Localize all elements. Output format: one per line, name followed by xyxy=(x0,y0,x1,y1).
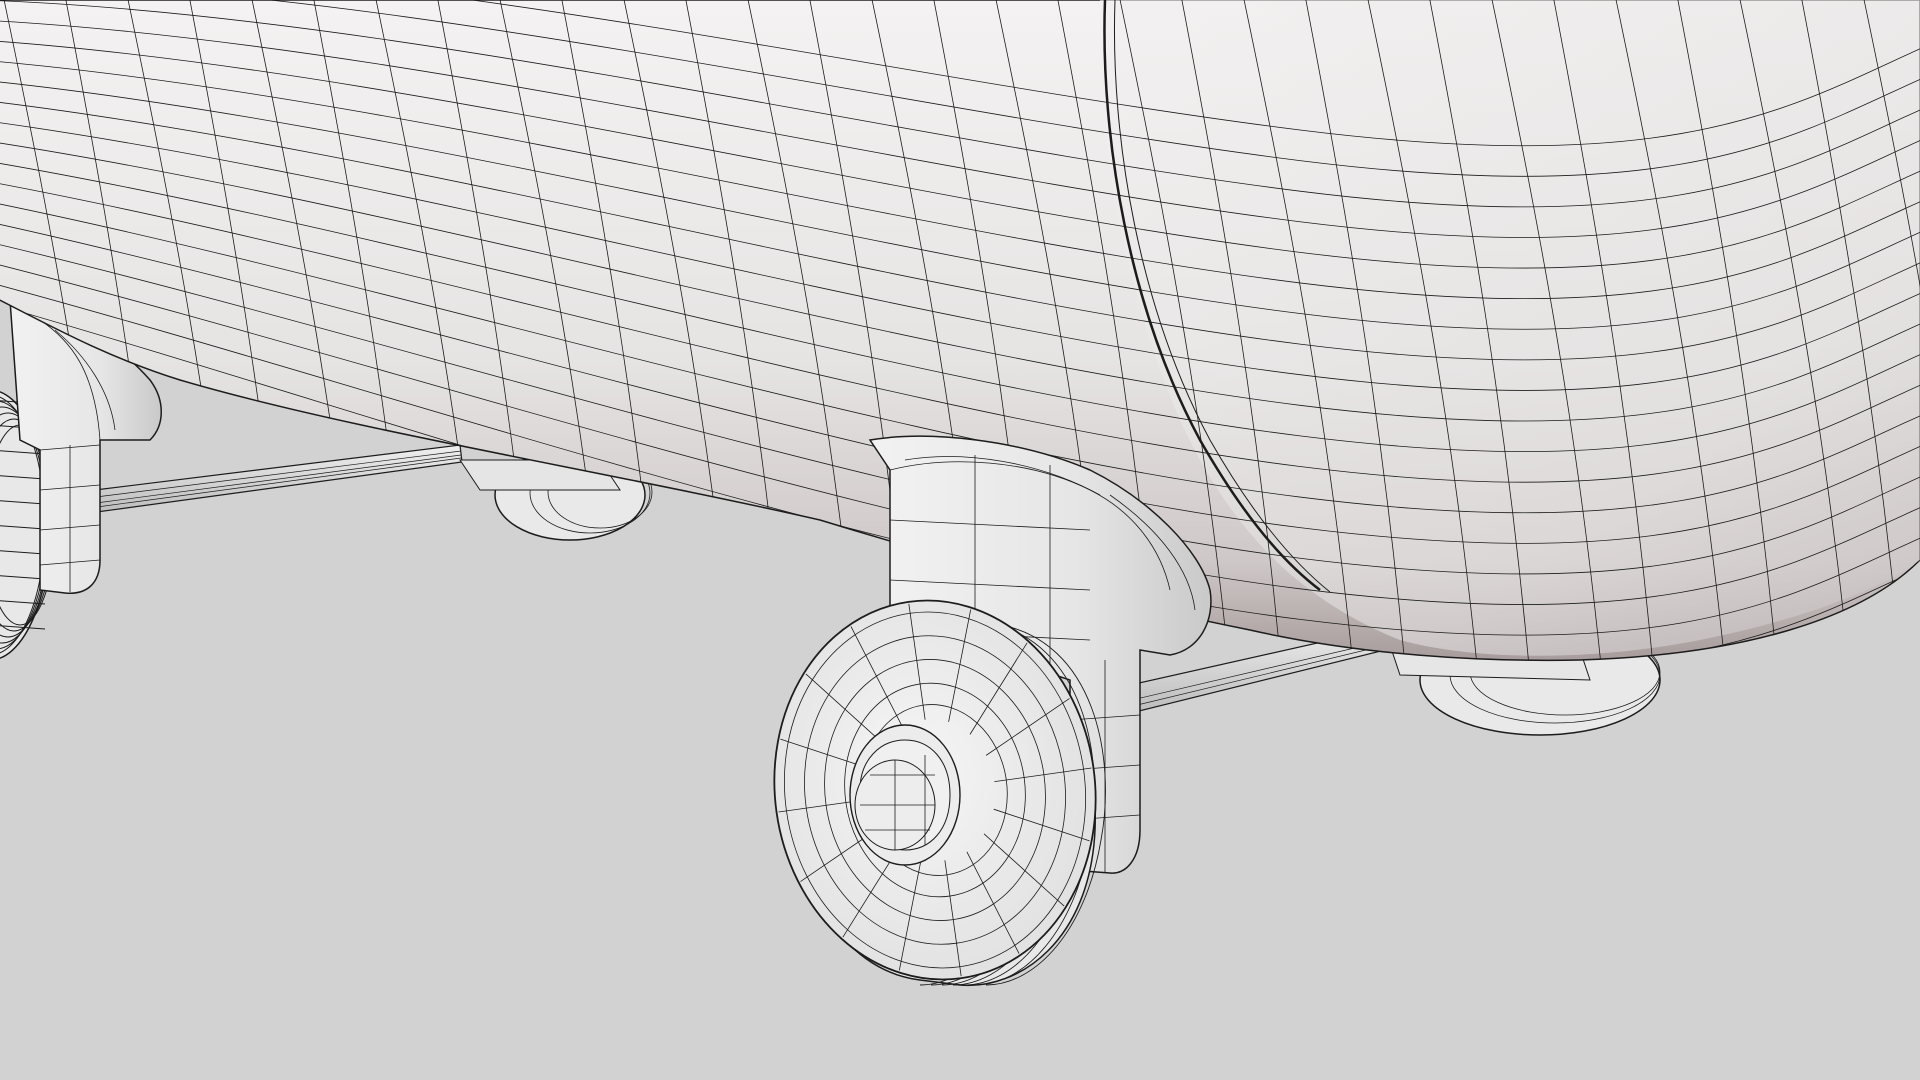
wireframe-render xyxy=(0,0,1920,1080)
wheel-hub xyxy=(849,724,961,866)
3d-viewport[interactable] xyxy=(0,0,1920,1080)
